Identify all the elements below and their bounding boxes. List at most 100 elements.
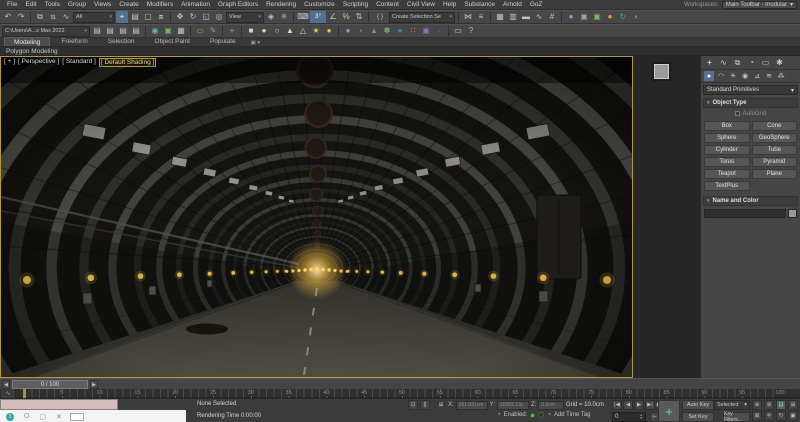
circle-primitive-icon[interactable]: ○: [271, 25, 283, 37]
align-icon[interactable]: ≡: [475, 11, 487, 23]
systems-category[interactable]: ⁂: [776, 71, 786, 81]
redo-icon[interactable]: ↷: [15, 11, 27, 23]
box-primitive-icon[interactable]: ■: [245, 25, 257, 37]
hierarchy-tab[interactable]: ⧉: [732, 57, 743, 68]
zoom-all-icon[interactable]: ⊛: [764, 400, 774, 410]
isolate-selection-icon[interactable]: ⊡: [408, 400, 418, 410]
play-button[interactable]: ▶: [634, 400, 644, 410]
image-icon[interactable]: ▣: [162, 25, 174, 37]
percent-snap-icon[interactable]: %: [340, 11, 352, 23]
previous-key-button[interactable]: ◀: [2, 380, 10, 389]
ribbon-toggle-icon[interactable]: ▬: [520, 11, 532, 23]
viewport-general-menu[interactable]: [ + ]: [4, 58, 15, 67]
object-button-sphere[interactable]: Sphere: [704, 133, 750, 143]
ribbon-tab-populate[interactable]: Populate: [201, 37, 245, 46]
scene-explorer-icon[interactable]: ▦: [494, 11, 506, 23]
motion-tab[interactable]: ◔: [746, 57, 757, 68]
track-bar[interactable]: ∿ 51015202530354045505560657075808590951…: [0, 389, 800, 398]
menu-civil-view[interactable]: Civil View: [403, 1, 439, 8]
rendered-frame-icon[interactable]: ▣: [591, 11, 603, 23]
zoom-extents-icon[interactable]: ⊡: [776, 400, 786, 410]
orbit-icon[interactable]: ↻: [776, 411, 786, 421]
use-pivot-center-icon[interactable]: ◈: [265, 11, 277, 23]
polygon-modeling-panel-label[interactable]: Polygon Modeling: [6, 48, 58, 55]
object-name-field[interactable]: [704, 209, 786, 218]
material-sample-box[interactable]: [654, 64, 669, 79]
mini-curve-editor-button[interactable]: ∿: [1, 389, 16, 398]
menu-create[interactable]: Create: [115, 1, 143, 8]
render-production-icon[interactable]: ●: [604, 11, 616, 23]
enabled-toggle[interactable]: [538, 412, 544, 418]
viewport-shading-menu[interactable]: [ Default Shading ]: [99, 58, 156, 67]
menu-help[interactable]: Help: [439, 1, 460, 8]
sphere-primitive-icon[interactable]: ●: [258, 25, 270, 37]
zoom-extents-all-icon[interactable]: ⊞: [788, 400, 798, 410]
current-frame-field[interactable]: 0 ▲▼: [612, 412, 646, 422]
layer-explorer-icon[interactable]: ▥: [507, 11, 519, 23]
object-color-swatch[interactable]: [788, 209, 797, 218]
menu-rendering[interactable]: Rendering: [262, 1, 300, 8]
axis-tripod-icon[interactable]: +: [226, 25, 238, 37]
object-button-plane[interactable]: Plane: [752, 169, 798, 179]
auto-key-button[interactable]: Auto Key: [682, 400, 714, 410]
go-to-start-button[interactable]: |◀: [612, 400, 622, 410]
object-button-box[interactable]: Box: [704, 121, 750, 131]
card-icon[interactable]: ▭: [452, 25, 464, 37]
select-place-icon[interactable]: ◎: [213, 11, 225, 23]
undo-icon[interactable]: ↶: [2, 11, 14, 23]
explorer-icon-2[interactable]: ▤: [104, 25, 116, 37]
overlay-icon-1[interactable]: O: [24, 413, 29, 420]
subcategory-dropdown[interactable]: Standard Primitives ▾: [703, 85, 798, 95]
helpers-category[interactable]: ⊿: [752, 71, 762, 81]
object-button-torus[interactable]: Torus: [704, 157, 750, 167]
utilities-tab[interactable]: ✱: [774, 57, 785, 68]
absolute-offset-toggle-icon[interactable]: ⊞: [436, 400, 446, 410]
viewport-pov-menu[interactable]: [ Perspective ]: [18, 58, 59, 67]
modify-tab[interactable]: ∿: [718, 57, 729, 68]
paint-icon[interactable]: ✎: [207, 25, 219, 37]
maximize-viewport-icon[interactable]: ▣: [788, 411, 798, 421]
menu-views[interactable]: Views: [90, 1, 115, 8]
select-scale-icon[interactable]: ◱: [200, 11, 212, 23]
select-link-icon[interactable]: ⧉: [34, 11, 46, 23]
add-time-tag-label[interactable]: Add Time Tag: [554, 412, 591, 418]
material-editor-icon[interactable]: ●: [565, 11, 577, 23]
spacewarps-category[interactable]: ≋: [764, 71, 774, 81]
time-slider-thumb[interactable]: 0 / 100: [12, 380, 88, 389]
ref-coord-dropdown[interactable]: View▾: [226, 12, 264, 23]
selection-filter-dropdown[interactable]: All▾: [73, 12, 115, 23]
object-type-rollout[interactable]: ▾ Object Type: [703, 98, 798, 108]
spinner-snap-icon[interactable]: ⇅: [353, 11, 365, 23]
curve-editor-icon[interactable]: ∿: [533, 11, 545, 23]
menu-file[interactable]: File: [3, 1, 21, 8]
viewport[interactable]: [ + ] [ Perspective ] [ Standard ] [ Def…: [0, 56, 633, 378]
geometry-category[interactable]: ●: [704, 71, 714, 81]
spinner-arrows-icon[interactable]: ▲▼: [640, 414, 643, 421]
mirror-icon[interactable]: ⋈: [462, 11, 474, 23]
sphere-yellow-icon[interactable]: ●: [323, 25, 335, 37]
x-coordinate-field[interactable]: 161.031cm: [456, 401, 488, 410]
overlay-icon-3[interactable]: ✕: [56, 413, 62, 421]
snap-toggle-icon[interactable]: 3°: [310, 11, 326, 23]
menu-substance[interactable]: Substance: [460, 1, 499, 8]
grid-icon[interactable]: ▦: [175, 25, 187, 37]
foliage-icon[interactable]: ✽: [381, 25, 393, 37]
help-icon[interactable]: ?: [465, 25, 477, 37]
explorer-icon-4[interactable]: ▤: [130, 25, 142, 37]
select-object-icon[interactable]: ⌖: [116, 11, 128, 23]
moon-icon[interactable]: ◗: [355, 25, 367, 37]
autogrid-checkbox[interactable]: [735, 111, 740, 116]
render-iterative-icon[interactable]: ↻: [617, 11, 629, 23]
workspace-dropdown[interactable]: Main Toolbar - modular ▾: [722, 1, 797, 9]
menu-content[interactable]: Content: [372, 1, 403, 8]
zoom-icon[interactable]: ⊕: [752, 400, 762, 410]
ribbon-tab-freeform[interactable]: Freeform: [52, 37, 96, 46]
set-key-button[interactable]: Set Key: [682, 412, 714, 422]
selection-lock-icon[interactable]: ∥: [420, 400, 430, 410]
key-filters-button[interactable]: Key Filters...: [723, 412, 750, 422]
shadow-sphere-icon[interactable]: ◕: [433, 25, 445, 37]
material-sphere-icon[interactable]: ●: [342, 25, 354, 37]
overlay-icon-0[interactable]: 1: [6, 413, 14, 421]
lights-category[interactable]: ☀: [728, 71, 738, 81]
pyramid-primitive-icon[interactable]: △: [297, 25, 309, 37]
